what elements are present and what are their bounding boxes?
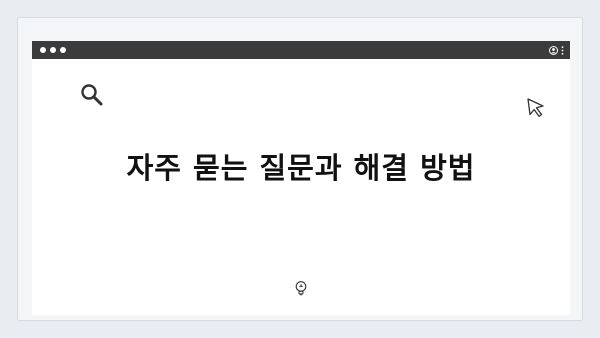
titlebar-actions: [549, 45, 564, 55]
minimize-dot[interactable]: [50, 47, 56, 53]
maximize-dot[interactable]: [60, 47, 66, 53]
browser-titlebar: [32, 41, 570, 59]
browser-window: 자주 묻는 질문과 해결 방법: [32, 41, 570, 315]
search-icon: [80, 83, 104, 111]
lightbulb-icon: [294, 280, 308, 300]
more-vertical-icon[interactable]: [561, 45, 564, 55]
user-icon[interactable]: [549, 45, 558, 55]
page-title: 자주 묻는 질문과 해결 방법: [126, 151, 476, 185]
close-dot[interactable]: [40, 47, 46, 53]
cursor-icon: [526, 97, 546, 123]
window-controls: [40, 47, 66, 53]
